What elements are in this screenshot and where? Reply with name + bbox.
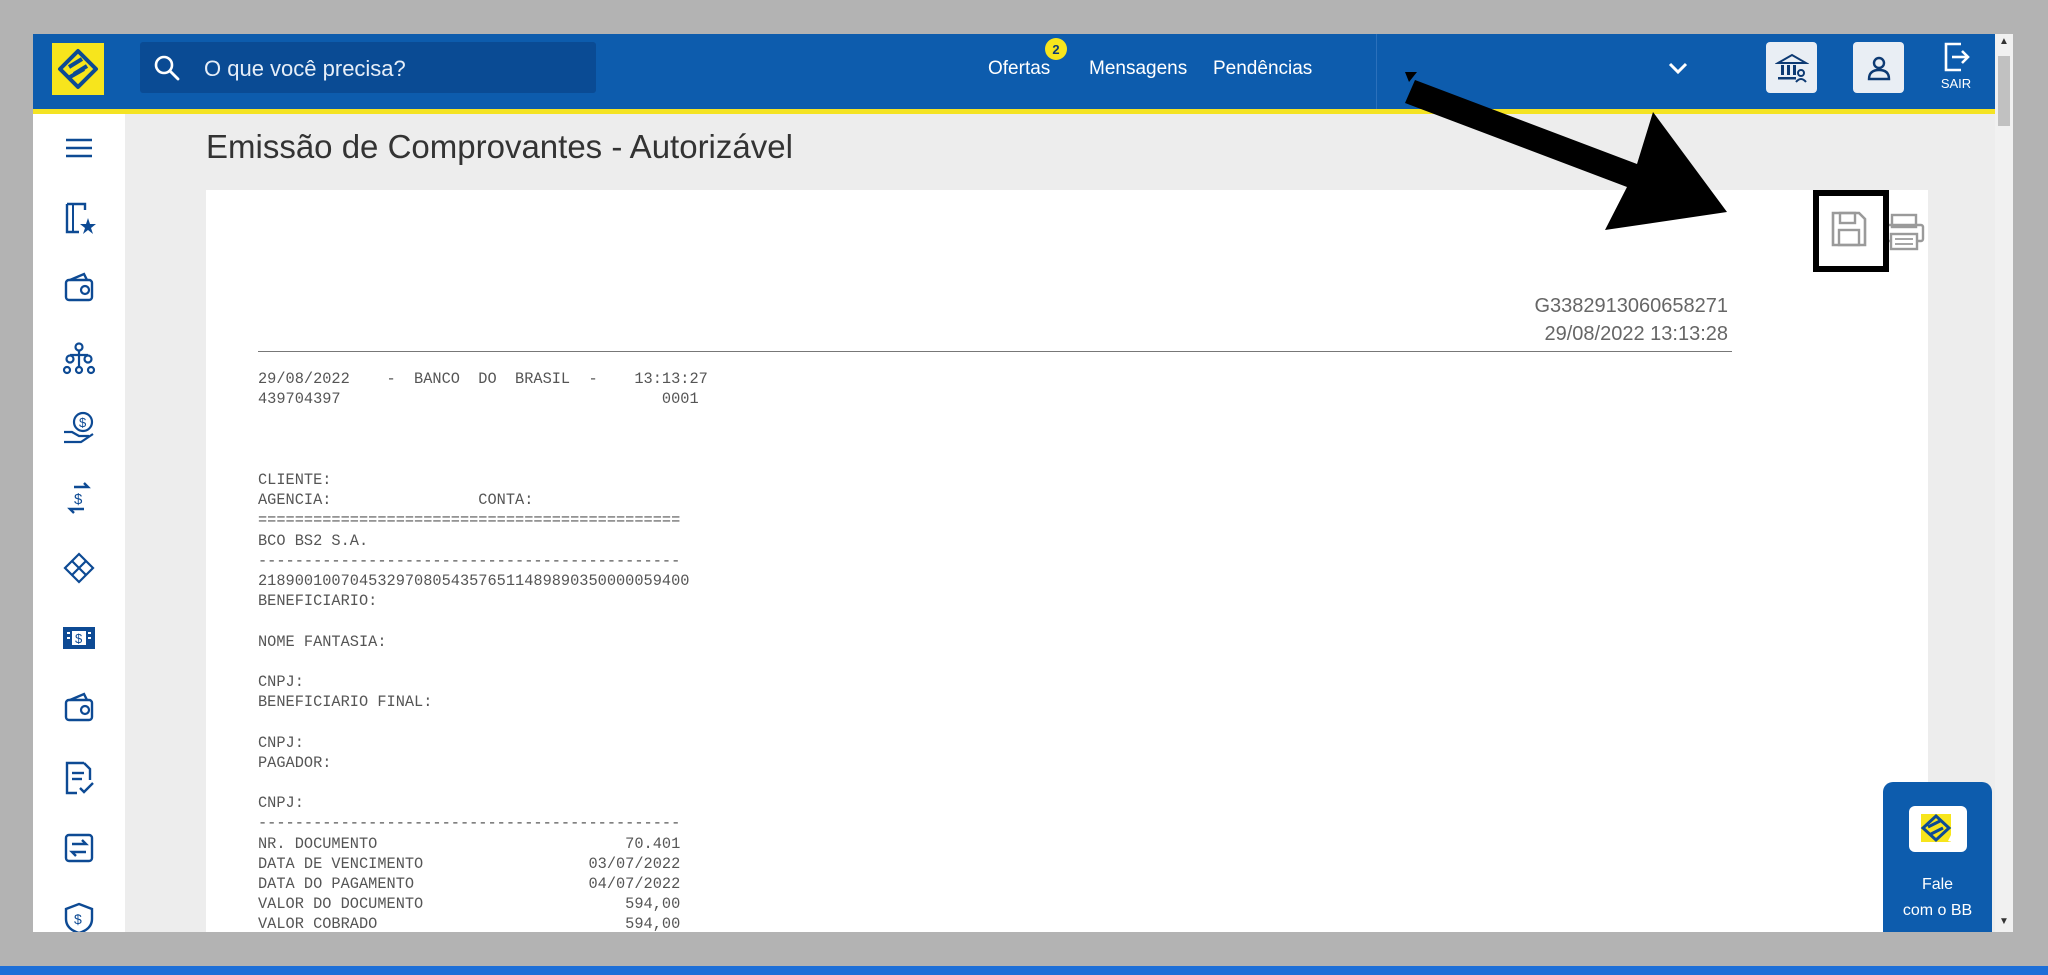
svg-text:$: $ xyxy=(74,491,83,508)
exchange-icon[interactable] xyxy=(59,828,99,868)
document-check-icon[interactable] xyxy=(59,758,99,798)
wallet-icon[interactable] xyxy=(59,688,99,728)
money-hand-icon[interactable]: $ xyxy=(59,408,99,448)
receipt-id: G3382913060658271 xyxy=(1534,295,1728,317)
search-icon xyxy=(154,55,180,81)
annotation-highlight-box xyxy=(1813,190,1889,272)
exit-icon xyxy=(1944,42,1970,72)
svg-text:$: $ xyxy=(79,415,87,430)
ofertas-badge: 2 xyxy=(1045,38,1067,60)
org-chart-icon[interactable] xyxy=(59,338,99,378)
user-icon xyxy=(1867,56,1890,80)
page-title: Emissão de Comprovantes - Autorizável xyxy=(206,128,793,165)
shield-money-icon[interactable]: $ xyxy=(59,898,99,932)
annotation-arrow-icon xyxy=(1405,72,1727,230)
wallet-icon[interactable] xyxy=(59,268,99,308)
transfer-icon[interactable]: $ xyxy=(59,478,99,518)
nav-ofertas[interactable]: Ofertas xyxy=(988,58,1050,80)
scroll-thumb[interactable] xyxy=(1998,56,2010,126)
sidebar: $ $ $ $ xyxy=(33,114,125,932)
exit-label: SAIR xyxy=(1940,76,1972,91)
exit-button[interactable]: SAIR xyxy=(1935,40,1977,100)
profile-button[interactable] xyxy=(1853,42,1904,93)
bank-agency-button[interactable] xyxy=(1766,42,1817,93)
svg-text:$: $ xyxy=(75,631,83,646)
receipt-datetime: 29/08/2022 13:13:28 xyxy=(1544,323,1728,345)
chat-button[interactable]: Fale com o BB xyxy=(1883,782,1992,932)
search-input[interactable] xyxy=(202,42,586,95)
bb-logo[interactable] xyxy=(52,43,104,95)
cash-icon[interactable]: $ xyxy=(59,618,99,658)
search-bar[interactable] xyxy=(140,42,596,95)
chat-label: Fale com o BB xyxy=(1902,876,1973,919)
nav-pendencias[interactable]: Pendências xyxy=(1213,58,1312,80)
menu-icon[interactable] xyxy=(59,128,99,168)
divider xyxy=(1376,34,1377,109)
nav-mensagens[interactable]: Mensagens xyxy=(1089,58,1187,80)
bank-user-icon xyxy=(1774,53,1809,83)
receipt-panel: G3382913060658271 29/08/2022 13:13:28 29… xyxy=(206,190,1928,934)
bottom-stripe xyxy=(0,966,2048,975)
bb-logo-icon xyxy=(58,49,98,89)
scrollbar[interactable]: ▲ ▼ xyxy=(1995,34,2013,932)
receipt-header: G3382913060658271 29/08/2022 13:13:28 xyxy=(1534,292,1728,348)
svg-text:$: $ xyxy=(74,911,82,927)
favorites-icon[interactable] xyxy=(59,198,99,238)
receipt-body: 29/08/2022 - BANCO DO BRASIL - 13:13:27 … xyxy=(258,370,708,934)
scroll-up-icon[interactable]: ▲ xyxy=(1999,36,2009,47)
divider xyxy=(258,351,1732,352)
bb-chat-icon xyxy=(1909,806,1967,852)
scroll-down-icon[interactable]: ▼ xyxy=(1999,916,2009,927)
pix-icon[interactable] xyxy=(59,548,99,588)
